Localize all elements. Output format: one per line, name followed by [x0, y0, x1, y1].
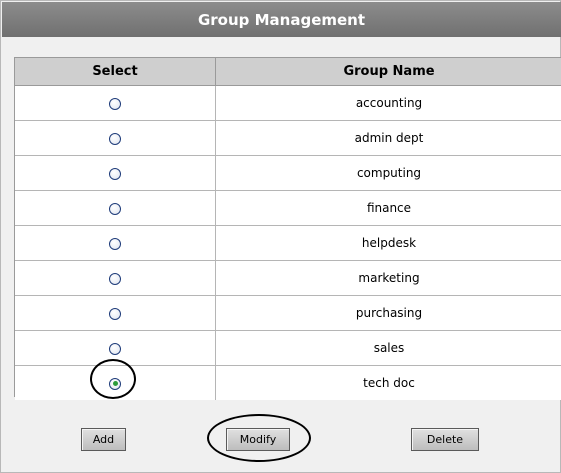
group-management-panel: Group Management Select Group Name accou… — [0, 0, 561, 473]
add-button[interactable]: Add — [81, 428, 126, 451]
select-cell — [15, 120, 216, 156]
select-cell — [15, 85, 216, 121]
select-cell — [15, 190, 216, 226]
group-select-radio[interactable] — [109, 202, 121, 215]
table-body: accounting admin dept computing finance help… — [15, 85, 561, 400]
group-select-radio[interactable] — [109, 342, 121, 355]
table-row: helpdesk — [15, 225, 561, 261]
table-row: tech doc — [15, 365, 561, 400]
group-name-cell: purchasing — [215, 295, 561, 331]
group-select-radio[interactable] — [109, 167, 121, 180]
group-select-radio[interactable] — [109, 307, 121, 320]
table-row: accounting — [15, 85, 561, 121]
group-name-cell: tech doc — [215, 365, 561, 400]
panel-title: Group Management — [2, 2, 561, 37]
table-row: purchasing — [15, 295, 561, 331]
group-select-radio[interactable] — [109, 377, 121, 390]
group-table-container: Select Group Name accounting admin dept co… — [14, 57, 561, 400]
group-name-cell: computing — [215, 155, 561, 191]
table-row: marketing — [15, 260, 561, 296]
table-row: finance — [15, 190, 561, 226]
select-cell — [15, 260, 216, 296]
group-name-cell: sales — [215, 330, 561, 366]
table-row: admin dept — [15, 120, 561, 156]
select-cell — [15, 330, 216, 366]
table-row: computing — [15, 155, 561, 191]
group-name-cell: accounting — [215, 85, 561, 121]
group-table: Select Group Name accounting admin dept co… — [15, 58, 561, 400]
group-select-radio[interactable] — [109, 132, 121, 145]
select-cell — [15, 365, 216, 400]
group-name-cell: helpdesk — [215, 225, 561, 261]
column-header-group-name: Group Name — [215, 58, 561, 86]
select-cell — [15, 225, 216, 261]
group-name-cell: admin dept — [215, 120, 561, 156]
group-select-radio[interactable] — [109, 97, 121, 110]
select-cell — [15, 155, 216, 191]
group-select-radio[interactable] — [109, 237, 121, 250]
group-name-cell: marketing — [215, 260, 561, 296]
group-select-radio[interactable] — [109, 272, 121, 285]
modify-button[interactable]: Modify — [226, 428, 290, 451]
group-name-cell: finance — [215, 190, 561, 226]
table-row: sales — [15, 330, 561, 366]
column-header-select: Select — [15, 58, 216, 86]
table-header-row: Select Group Name — [15, 58, 561, 86]
delete-button[interactable]: Delete — [411, 428, 479, 451]
select-cell — [15, 295, 216, 331]
